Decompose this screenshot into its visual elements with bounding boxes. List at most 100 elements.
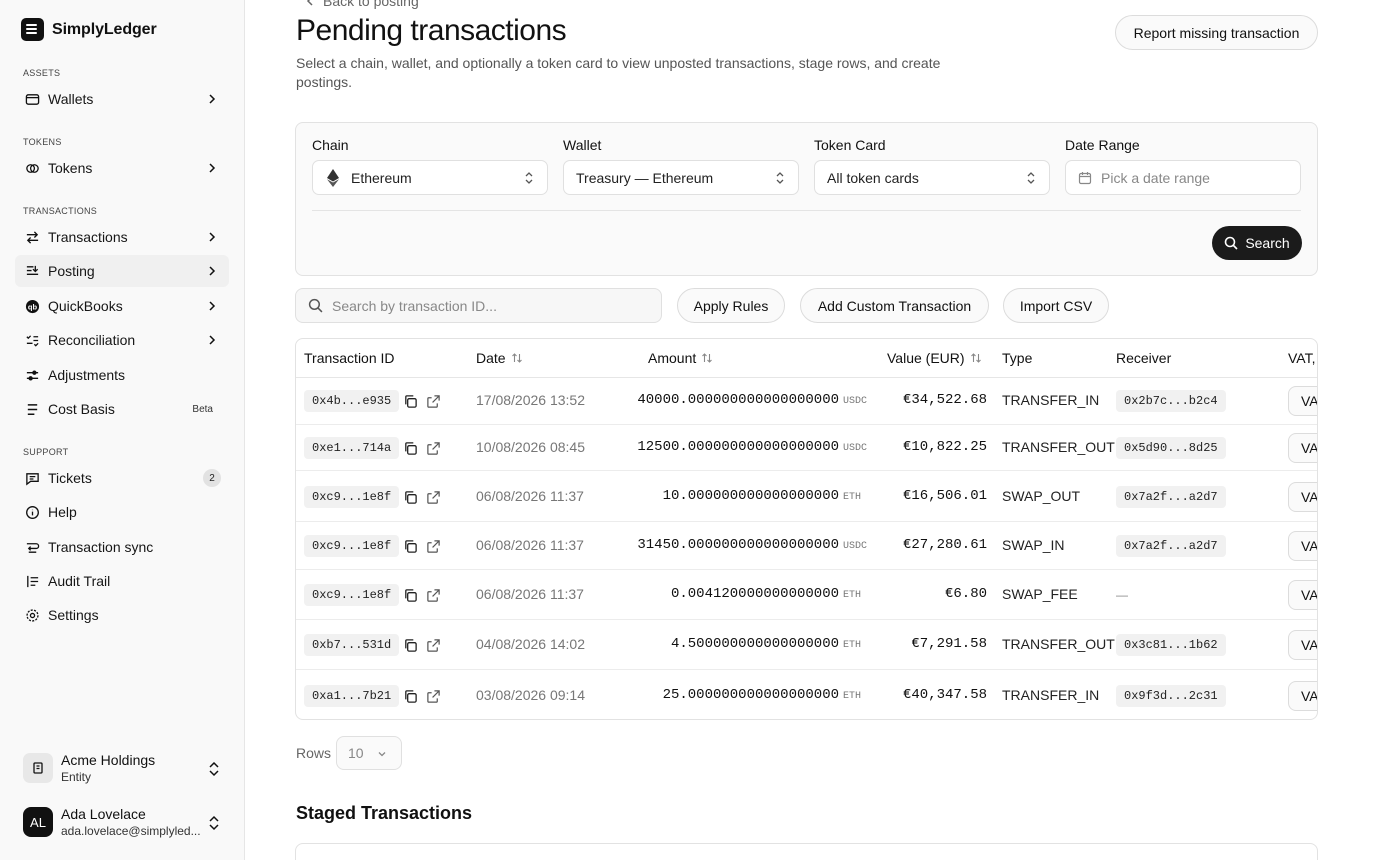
token-card-select[interactable]: All token cards xyxy=(814,160,1050,195)
copy-icon[interactable] xyxy=(403,689,418,704)
report-missing-button[interactable]: Report missing transaction xyxy=(1115,15,1318,50)
copy-icon[interactable] xyxy=(403,539,418,554)
sidebar-item-label: Cost Basis xyxy=(48,401,115,417)
brand-logo-icon xyxy=(21,18,44,41)
copy-icon[interactable] xyxy=(403,394,418,409)
column-header-value[interactable]: Value (EUR) xyxy=(887,350,982,366)
sidebar-item-label: Transactions xyxy=(48,229,128,245)
external-link-icon[interactable] xyxy=(426,490,441,505)
column-header-txid: Transaction ID xyxy=(304,350,395,366)
column-header-label: Receiver xyxy=(1116,350,1172,366)
sidebar-item-label: Tickets xyxy=(48,470,92,486)
vat-select[interactable]: VA xyxy=(1288,580,1317,610)
column-header-label: Type xyxy=(1002,350,1033,366)
sidebar-item-transaction-sync[interactable]: Transaction sync xyxy=(15,531,229,563)
transaction-search-input[interactable]: Search by transaction ID... xyxy=(295,288,662,323)
receiver-chip: 0x2b7c...b2c4 xyxy=(1116,390,1226,412)
quickbooks-icon: qb xyxy=(24,298,40,314)
vat-select[interactable]: VA xyxy=(1288,531,1317,561)
type-cell: TRANSFER_IN xyxy=(1002,687,1100,703)
vat-select[interactable]: VA xyxy=(1288,482,1317,512)
amount-unit: ETH xyxy=(843,590,862,601)
txid-chip[interactable]: 0xc9...1e8f xyxy=(304,535,400,557)
external-link-icon[interactable] xyxy=(426,539,441,554)
sidebar-item-wallets[interactable]: Wallets xyxy=(15,83,229,115)
column-header-date[interactable]: Date xyxy=(476,350,523,366)
sidebar-item-tickets[interactable]: Tickets 2 xyxy=(15,462,229,494)
vat-select[interactable]: VA xyxy=(1288,386,1317,416)
external-link-icon[interactable] xyxy=(426,441,441,456)
receiver-chip: — xyxy=(1116,588,1128,602)
entity-switcher[interactable]: Acme Holdings Entity xyxy=(15,746,229,790)
arrows-left-right-icon xyxy=(24,229,40,245)
external-link-icon[interactable] xyxy=(426,588,441,603)
chevron-right-icon xyxy=(209,266,216,276)
chevron-right-icon xyxy=(209,232,216,242)
sidebar-item-settings[interactable]: Settings xyxy=(15,599,229,631)
date-range-picker[interactable]: Pick a date range xyxy=(1065,160,1301,195)
table-row[interactable]: 0x4b...e935 17/08/2026 13:52 40000.00000… xyxy=(296,378,1317,424)
table-row[interactable]: 0xb7...531d 04/08/2026 14:02 4.500000000… xyxy=(296,619,1317,669)
txid-chip[interactable]: 0xe1...714a xyxy=(304,437,400,459)
sidebar-item-help[interactable]: Help xyxy=(15,496,229,528)
type-cell: TRANSFER_OUT xyxy=(1002,439,1115,455)
table-row[interactable]: 0xa1...7b21 03/08/2026 09:14 25.00000000… xyxy=(296,669,1317,719)
back-link-label: Back to posting xyxy=(323,0,419,9)
message-icon xyxy=(24,470,40,486)
sidebar: SimplyLedger ASSETS Wallets TOKENS Token… xyxy=(0,0,245,860)
type-cell: TRANSFER_OUT xyxy=(1002,636,1115,652)
sidebar-item-transactions[interactable]: Transactions xyxy=(15,221,229,253)
sidebar-item-audit-trail[interactable]: Audit Trail xyxy=(15,565,229,597)
column-header-amount[interactable]: Amount xyxy=(648,350,713,366)
external-link-icon[interactable] xyxy=(426,638,441,653)
external-link-icon[interactable] xyxy=(426,689,441,704)
amount-unit: ETH xyxy=(843,640,862,651)
brand[interactable]: SimplyLedger xyxy=(21,18,157,41)
copy-icon[interactable] xyxy=(403,490,418,505)
txid-chip[interactable]: 0xc9...1e8f xyxy=(304,584,400,606)
rows-per-page-select[interactable]: 10 xyxy=(336,736,402,770)
copy-icon[interactable] xyxy=(403,441,418,456)
txid-chip[interactable]: 0x4b...e935 xyxy=(304,390,400,412)
copy-icon[interactable] xyxy=(403,588,418,603)
sidebar-item-tokens[interactable]: Tokens xyxy=(15,152,229,184)
user-menu[interactable]: AL Ada Lovelace ada.lovelace@simplyled..… xyxy=(15,800,229,844)
amount-cell: 10.000000000000000000 ETH xyxy=(663,488,871,504)
sidebar-item-reconciliation[interactable]: Reconciliation xyxy=(15,324,229,356)
sidebar-item-adjustments[interactable]: Adjustments xyxy=(15,359,229,391)
chain-label: Chain xyxy=(312,137,349,153)
vat-select[interactable]: VA xyxy=(1288,433,1317,463)
vat-select[interactable]: VA xyxy=(1288,681,1317,711)
amount-unit: USDC xyxy=(843,396,868,407)
sidebar-item-label: Help xyxy=(48,504,77,520)
wallet-label: Wallet xyxy=(563,137,602,153)
table-row[interactable]: 0xc9...1e8f 06/08/2026 11:37 31450.00000… xyxy=(296,521,1317,569)
receiver-chip: 0x9f3d...2c31 xyxy=(1116,685,1226,707)
table-row[interactable]: 0xc9...1e8f 06/08/2026 11:37 0.004120000… xyxy=(296,569,1317,619)
sidebar-item-cost-basis[interactable]: Cost Basis Beta xyxy=(15,393,229,425)
vat-select[interactable]: VA xyxy=(1288,630,1317,660)
sliders-icon xyxy=(24,367,40,383)
wallet-select[interactable]: Treasury — Ethereum xyxy=(563,160,799,195)
amount-value: 4.500000000000000000 xyxy=(670,636,839,652)
table-row[interactable]: 0xc9...1e8f 06/08/2026 11:37 10.00000000… xyxy=(296,470,1317,521)
sidebar-item-quickbooks[interactable]: qb QuickBooks xyxy=(15,290,229,322)
apply-rules-button[interactable]: Apply Rules xyxy=(677,288,785,323)
sidebar-item-posting[interactable]: Posting xyxy=(15,255,229,287)
copy-icon[interactable] xyxy=(403,638,418,653)
txid-chip[interactable]: 0xc9...1e8f xyxy=(304,486,400,508)
table-row[interactable]: 0xe1...714a 10/08/2026 08:45 12500.00000… xyxy=(296,424,1317,470)
back-link[interactable]: Back to posting xyxy=(305,0,419,9)
txid-chip[interactable]: 0xb7...531d xyxy=(304,634,400,656)
column-header-label: VAT, xyxy=(1288,350,1316,366)
ethereum-icon xyxy=(327,168,339,187)
txid-chip[interactable]: 0xa1...7b21 xyxy=(304,685,400,707)
search-button[interactable]: Search xyxy=(1212,226,1302,260)
external-link-icon[interactable] xyxy=(426,394,441,409)
import-csv-button[interactable]: Import CSV xyxy=(1003,288,1109,323)
date-cell: 06/08/2026 11:37 xyxy=(476,586,584,602)
filter-card: Chain Ethereum Wallet Treasury — Ethereu… xyxy=(295,122,1318,276)
type-cell: SWAP_OUT xyxy=(1002,488,1081,504)
add-custom-transaction-button[interactable]: Add Custom Transaction xyxy=(800,288,989,323)
chain-select[interactable]: Ethereum xyxy=(312,160,548,195)
